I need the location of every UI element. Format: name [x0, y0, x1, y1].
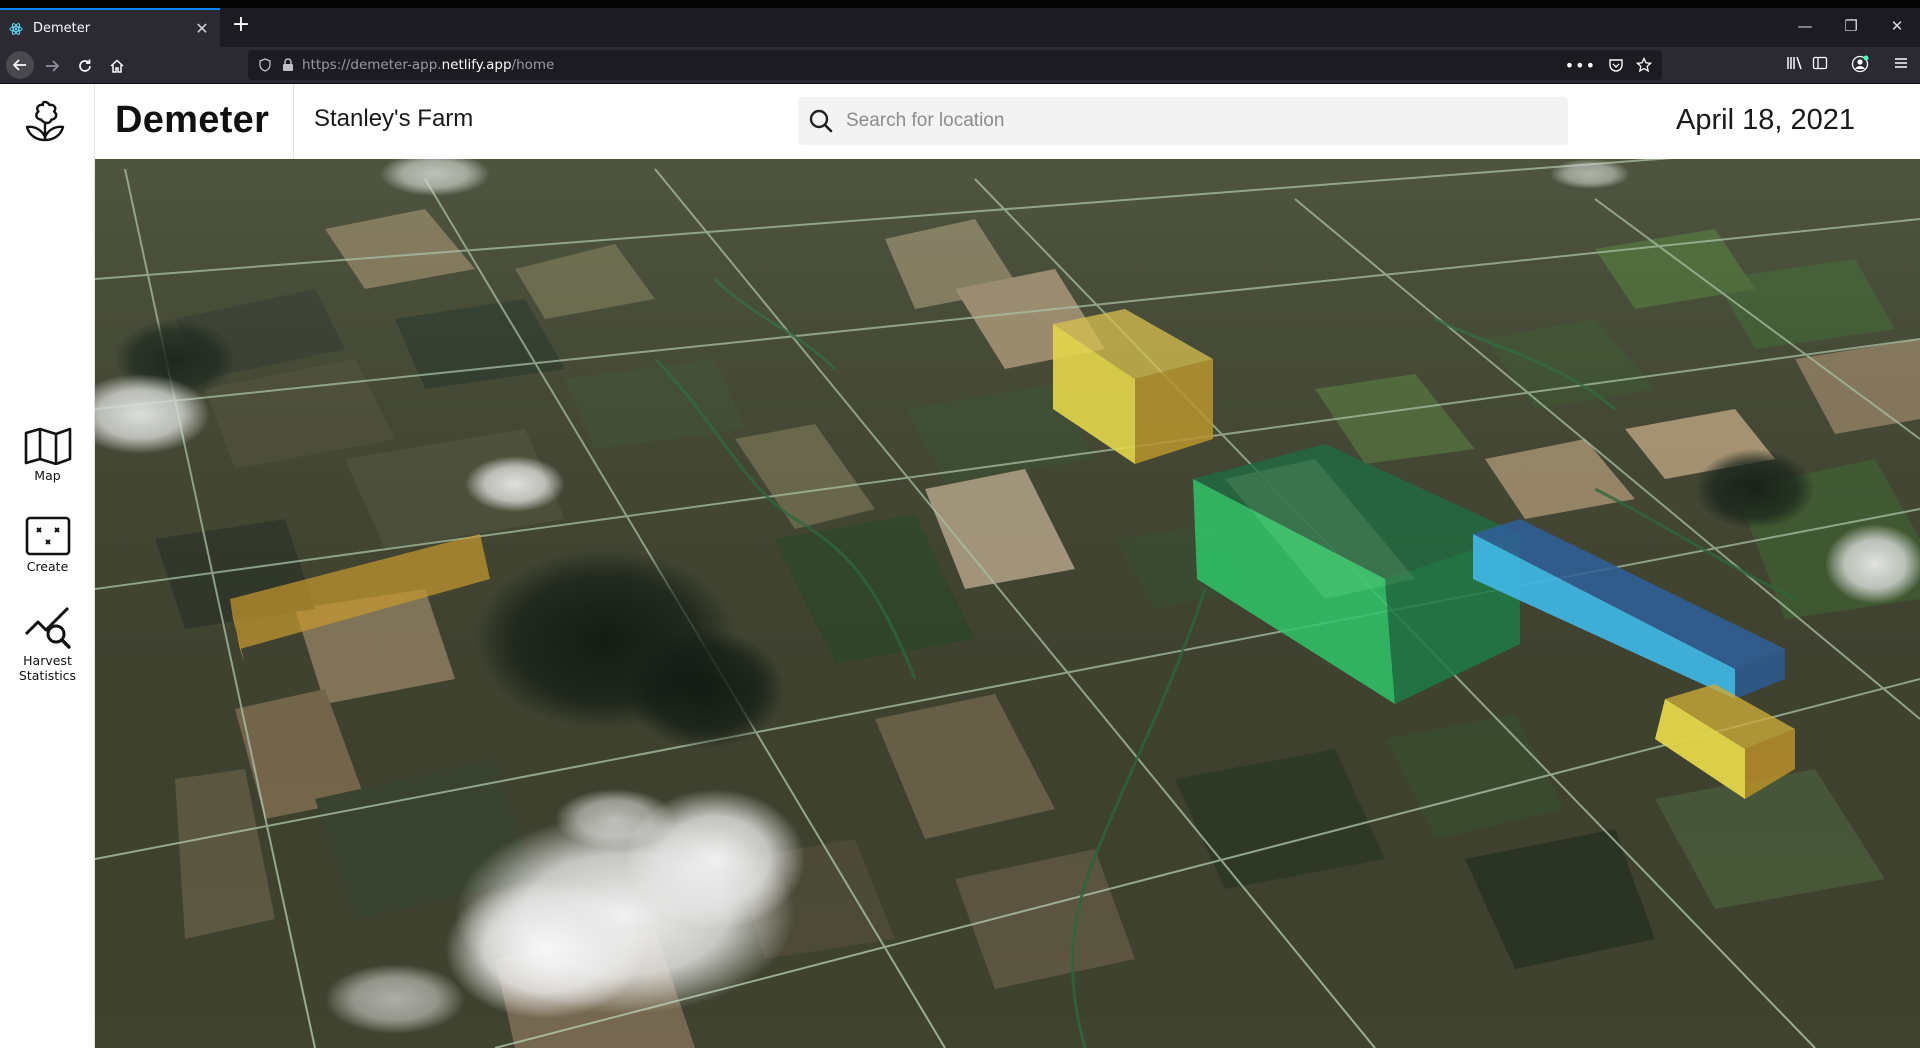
- search-input[interactable]: [844, 109, 1528, 133]
- reload-button[interactable]: [72, 53, 98, 79]
- lock-icon[interactable]: [282, 58, 294, 72]
- url-path: /home: [511, 57, 555, 73]
- restore-button[interactable]: ❐: [1828, 14, 1874, 38]
- create-icon: [25, 516, 70, 556]
- sidebar-toggle-icon[interactable]: [1812, 55, 1828, 71]
- browser-tab-strip: Demeter ✕ + — ❐ ✕: [0, 0, 1920, 47]
- brand-title[interactable]: Demeter: [115, 99, 269, 142]
- map-icon: [24, 427, 71, 465]
- back-arrow-icon: [12, 59, 26, 71]
- react-favicon-icon: [9, 22, 23, 36]
- header-divider: [293, 84, 294, 159]
- sidebar-item-label-line2: Statistics: [18, 668, 77, 683]
- harvest-statistics-icon: [24, 606, 71, 649]
- bookmark-star-icon[interactable]: [1636, 57, 1652, 73]
- url-scheme: https://demeter-app.: [302, 57, 442, 73]
- url-bar[interactable]: https://demeter-app.netlify.app/home •••: [248, 50, 1662, 80]
- reload-icon: [79, 59, 91, 72]
- sidebar-item-label-line1: Harvest: [23, 653, 72, 668]
- sidebar-item-label: Create: [26, 559, 69, 574]
- url-host: netlify.app: [441, 57, 512, 73]
- home-button[interactable]: [104, 53, 130, 79]
- app-header: Demeter Stanley's Farm April 18, 2021: [95, 84, 1920, 159]
- sidebar-item-map[interactable]: Map: [0, 427, 95, 483]
- sidebar-item-create[interactable]: Create: [0, 516, 95, 574]
- sidebar-item-label: Map: [34, 468, 61, 483]
- close-window-button[interactable]: ✕: [1874, 14, 1920, 38]
- location-search[interactable]: [798, 97, 1568, 145]
- tab-title: Demeter: [33, 21, 91, 36]
- url-text[interactable]: https://demeter-app.netlify.app/home: [302, 57, 554, 73]
- map-view[interactable]: [95, 159, 1920, 1048]
- new-tab-button[interactable]: +: [229, 14, 253, 38]
- farm-name: Stanley's Farm: [314, 105, 474, 132]
- pocket-icon[interactable]: [1608, 57, 1624, 73]
- page-actions-icon[interactable]: •••: [1565, 56, 1596, 75]
- tracking-shield-icon[interactable]: [258, 58, 272, 72]
- browser-tab[interactable]: Demeter ✕: [0, 8, 220, 47]
- demeter-app: Map Create Harvest Statistics Demeter St…: [0, 84, 1920, 1048]
- sidebar: Map Create Harvest Statistics: [0, 84, 95, 1048]
- tab-close-icon[interactable]: ✕: [192, 19, 212, 38]
- current-date: April 18, 2021: [1676, 104, 1855, 136]
- search-icon: [808, 108, 834, 134]
- home-icon: [110, 59, 124, 73]
- library-icon[interactable]: [1786, 55, 1804, 71]
- app-menu-icon[interactable]: [1893, 55, 1909, 71]
- account-icon[interactable]: [1851, 55, 1869, 73]
- forward-arrow-icon: [46, 60, 60, 72]
- minimize-button[interactable]: —: [1782, 14, 1828, 38]
- back-button[interactable]: [6, 51, 34, 79]
- satellite-map-canvas[interactable]: [95, 159, 1920, 1048]
- sidebar-item-harvest-statistics[interactable]: Harvest Statistics: [0, 606, 95, 683]
- demeter-logo-icon[interactable]: [21, 96, 75, 152]
- forward-button[interactable]: [39, 53, 65, 79]
- browser-toolbar: https://demeter-app.netlify.app/home •••: [0, 47, 1920, 84]
